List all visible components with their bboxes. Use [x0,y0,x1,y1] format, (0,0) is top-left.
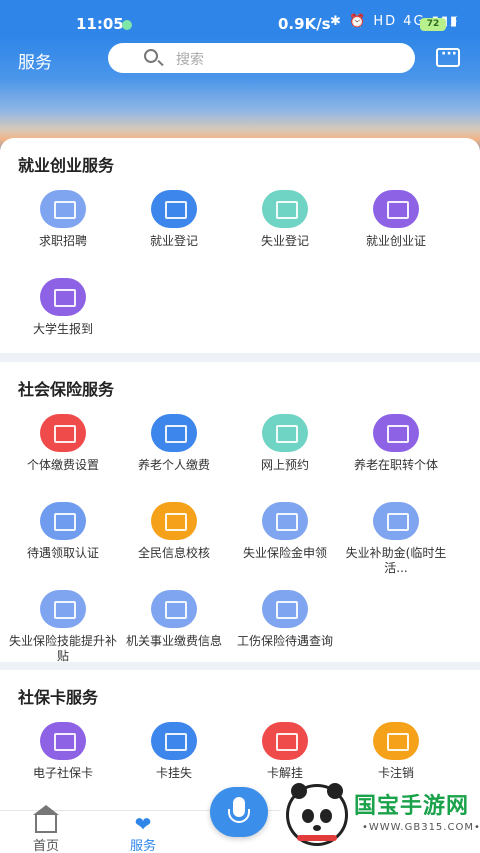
service-icon [151,414,197,452]
status-bar: 11:05 0.9K/s ✱ ⏰ HD 4G ▮▮▮ 72 ⚡ [0,0,480,36]
service-item[interactable]: 电子社保卡 [8,722,118,781]
voice-button[interactable] [210,787,268,837]
service-icon [151,502,197,540]
status-time: 11:05 [76,15,124,33]
service-icon [40,414,86,452]
service-item[interactable]: 机关事业缴费信息 [119,590,229,649]
service-label: 求职招聘 [38,234,87,248]
tab-service-label: 服务 [129,839,156,853]
tab-home[interactable]: 首页 [16,805,76,853]
service-item[interactable]: 失业保险技能提升补贴 [8,590,118,664]
heart-icon: ❤ [134,812,152,836]
notification-dot-icon [122,20,132,30]
service-item[interactable]: 求职招聘 [8,190,118,249]
search-placeholder: 搜索 [176,52,204,68]
tab-home-label: 首页 [32,839,59,853]
service-label: 机关事业缴费信息 [125,634,222,648]
network-speed: 0.9K/s [278,15,331,33]
service-item[interactable]: 失业登记 [230,190,340,249]
service-label: 就业登记 [149,234,198,248]
service-item[interactable]: 卡挂失 [119,722,229,781]
watermark-logo: 国宝手游网 [354,794,470,819]
tab-service[interactable]: ❤ 服务 [113,812,173,853]
service-label: 大学生报到 [32,322,93,336]
service-icon [151,722,197,760]
service-icon [151,590,197,628]
service-icon [373,722,419,760]
section-title: 社会保险服务 [18,380,115,399]
service-icon [40,190,86,228]
page-title: 服务 [18,53,52,73]
section-employment: 就业创业服务 求职招聘 就业登记 失业登记 就业创业证大学生报到 [0,138,480,353]
service-label: 全民信息校核 [137,546,210,560]
service-icon [373,190,419,228]
service-icon [262,722,308,760]
service-item[interactable]: 养老在职转个体 [341,414,451,473]
service-item[interactable]: 就业创业证 [341,190,451,249]
service-label: 失业补助金(临时生活... [345,546,447,575]
service-label: 电子社保卡 [32,766,93,780]
service-label: 个体缴费设置 [26,458,99,472]
message-icon[interactable] [436,46,460,67]
section-social-insurance: 社会保险服务 个体缴费设置 养老个人缴费 网上预约 养老在职转个体待遇领取认证 全民信息… [0,362,480,664]
home-icon [33,805,59,833]
search-icon [144,49,158,63]
service-icon [40,502,86,540]
watermark-url: •WWW.GB315.COM• [362,822,480,833]
service-label: 失业保险技能提升补贴 [8,634,117,663]
service-item[interactable]: 卡解挂 [230,722,340,781]
service-item[interactable]: 养老个人缴费 [119,414,229,473]
service-item[interactable]: 工伤保险待遇查询 [230,590,340,649]
service-icon [40,590,86,628]
service-label: 失业保险金申领 [242,546,327,560]
service-label: 养老个人缴费 [137,458,210,472]
service-icon [40,722,86,760]
service-label: 工伤保险待遇查询 [236,634,333,648]
service-item[interactable]: 失业补助金(临时生活... [341,502,451,576]
service-icon [262,590,308,628]
service-item[interactable]: 个体缴费设置 [8,414,118,473]
service-icon [262,502,308,540]
service-item[interactable]: 失业保险金申领 [230,502,340,561]
service-icon [151,190,197,228]
service-icon [262,190,308,228]
service-item[interactable]: 全民信息校核 [119,502,229,561]
battery-icon: 72 [420,18,446,31]
section-title: 社保卡服务 [18,688,99,707]
watermark: 国宝手游网 •WWW.GB315.COM• [280,778,480,853]
service-label: 网上预约 [260,458,309,472]
service-icon [262,414,308,452]
service-item[interactable]: 待遇领取认证 [8,502,118,561]
service-label: 待遇领取认证 [26,546,99,560]
service-label: 养老在职转个体 [353,458,438,472]
service-item[interactable]: 就业登记 [119,190,229,249]
service-icon [373,414,419,452]
service-label: 就业创业证 [365,234,426,248]
search-bar[interactable]: 搜索 [108,43,415,73]
charging-icon: ⚡ [449,14,459,30]
service-label: 卡挂失 [155,766,192,780]
service-icon [373,502,419,540]
service-icon [40,278,86,316]
section-title: 就业创业服务 [18,156,115,175]
service-item[interactable]: 网上预约 [230,414,340,473]
service-label: 失业登记 [260,234,309,248]
service-item[interactable]: 卡注销 [341,722,451,781]
panda-logo-icon [286,783,348,846]
service-item[interactable]: 大学生报到 [8,278,118,337]
